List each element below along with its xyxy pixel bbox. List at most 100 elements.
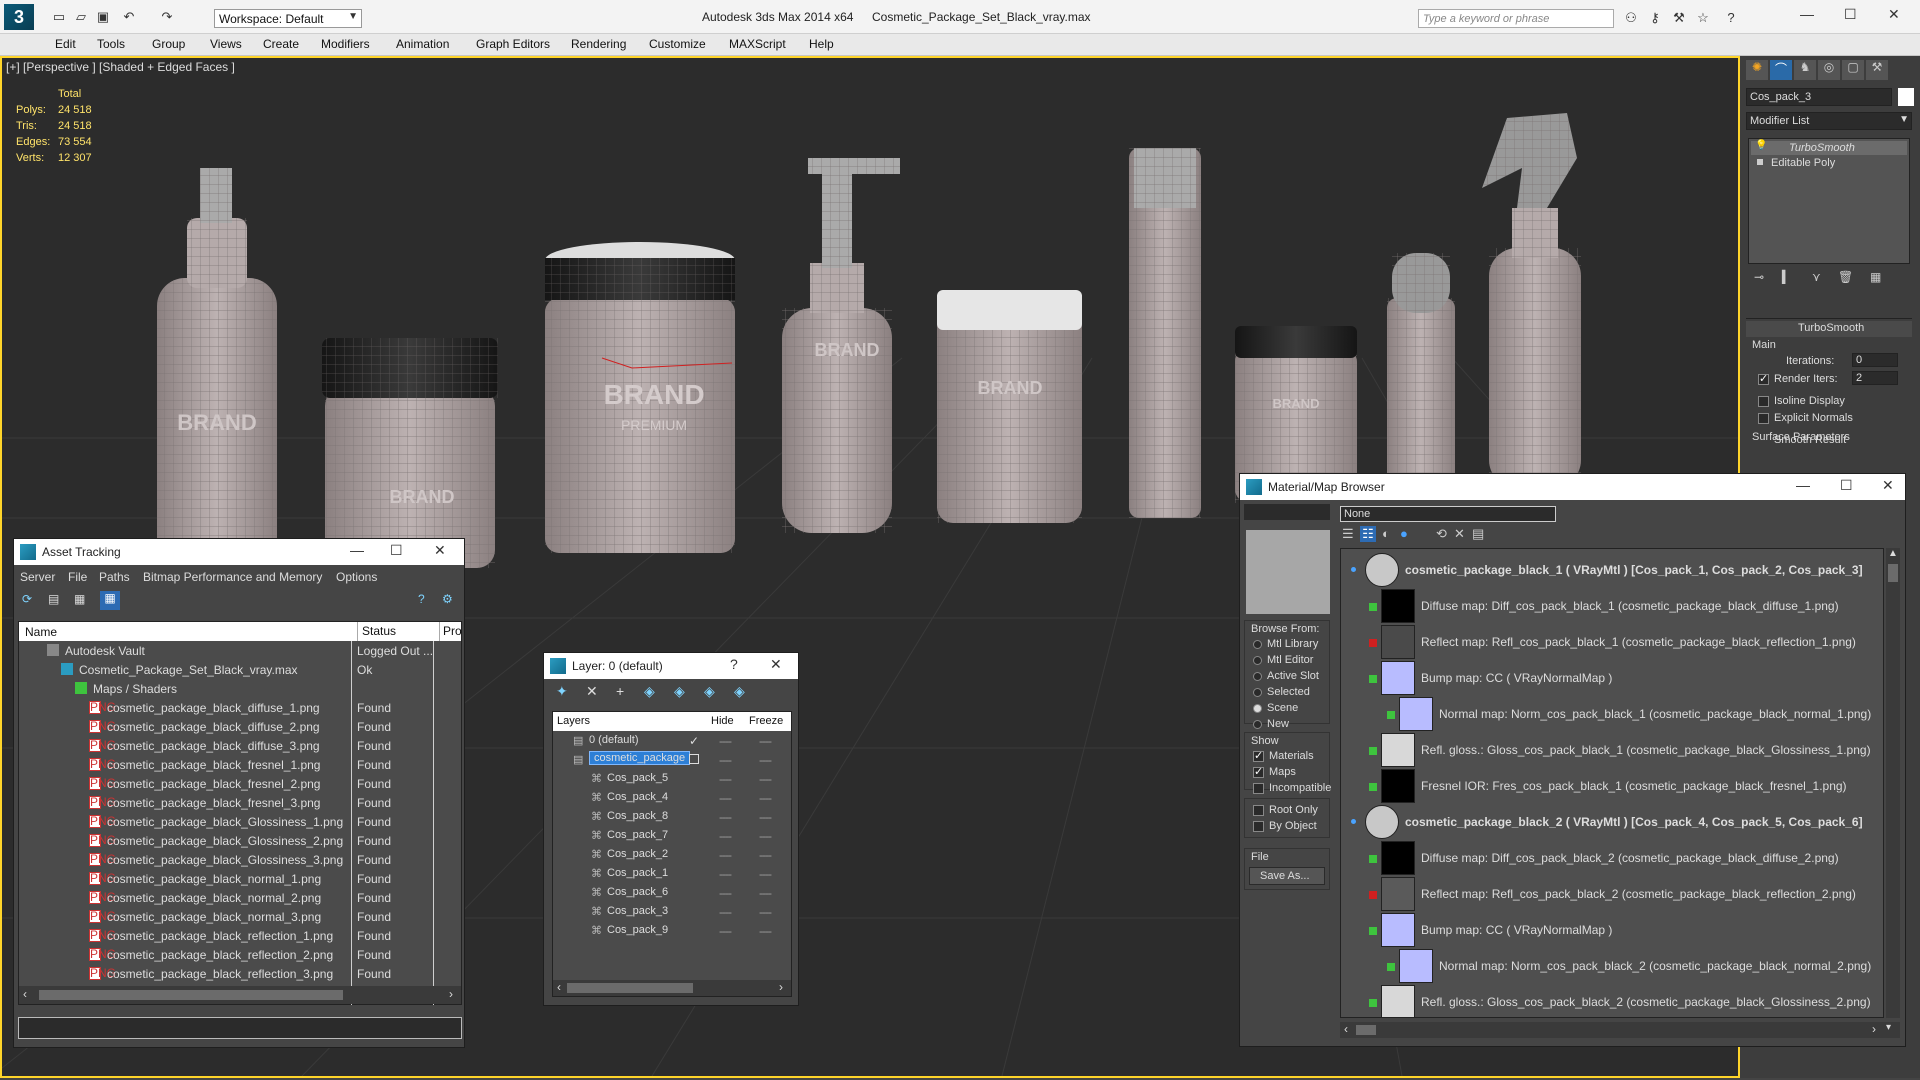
close-icon[interactable]: ✕ (1882, 477, 1894, 494)
asset-row[interactable]: PNG cosmetic_package_black_fresnel_2.png F… (19, 774, 461, 793)
radio-active-slot[interactable] (1253, 672, 1262, 681)
browse-scene[interactable]: Scene (1267, 702, 1298, 714)
tree-vertical-scrollbar[interactable]: ▲ (1886, 548, 1900, 1018)
minimize-icon[interactable]: — (350, 542, 364, 558)
scroll-thumb[interactable] (39, 990, 343, 1000)
scroll-thumb[interactable] (1356, 1025, 1376, 1035)
menu-rendering[interactable]: Rendering (571, 37, 626, 51)
map-entry[interactable]: Refl. gloss.: Gloss_cos_pack_black_2 (co… (1341, 985, 1881, 1017)
tools-icon[interactable]: ⚒ (1670, 9, 1688, 27)
map-entry[interactable]: Diffuse map: Diff_cos_pack_black_1 (cosm… (1341, 589, 1881, 625)
freeze-toggle[interactable]: ---- (759, 829, 772, 843)
layer-row[interactable]: ⌘ Cos_pack_3 ---- ---- (553, 902, 791, 921)
key-icon[interactable]: ⚷ (1646, 9, 1664, 27)
column-freeze[interactable]: Freeze (749, 715, 783, 727)
chevron-down-icon[interactable]: ▾ (1886, 1022, 1891, 1033)
layer-row[interactable]: ⌘ Cos_pack_9 ---- ---- (553, 921, 791, 940)
list-view-icon[interactable]: ☰ (1342, 526, 1354, 542)
object-color-swatch[interactable] (1898, 88, 1914, 106)
radio-scene[interactable] (1253, 704, 1262, 713)
asset-row[interactable]: PNG cosmetic_package_black_diffuse_3.png F… (19, 736, 461, 755)
layer-row[interactable]: ▤ cosmetic_package ---- ---- (553, 750, 791, 769)
object-name-field[interactable]: Cos_pack_3 (1746, 88, 1892, 106)
menu-help[interactable]: Help (809, 37, 834, 51)
material-entry[interactable]: cosmetic_package_black_2 ( VRayMtl ) [Co… (1341, 805, 1881, 841)
utilities-tab-icon[interactable]: ⚒ (1866, 60, 1888, 80)
column-name[interactable]: Name (25, 625, 57, 639)
scroll-left-icon[interactable]: ‹ (23, 987, 27, 1001)
configure-sets-icon[interactable]: ▦ (1870, 270, 1881, 284)
layer-titlebar[interactable]: Layer: 0 (default) ? ✕ (544, 653, 798, 679)
undo-icon[interactable]: ↶ (120, 8, 138, 26)
menu-options[interactable]: Options (336, 570, 377, 584)
search-input[interactable]: Type a keyword or phrase (1418, 9, 1614, 28)
asset-row[interactable]: PNG cosmetic_package_black_diffuse_2.png F… (19, 717, 461, 736)
layer-row[interactable]: ⌘ Cos_pack_8 ---- ---- (553, 807, 791, 826)
create-tab-icon[interactable]: ✺ (1746, 60, 1768, 80)
layer-row[interactable]: ⌘ Cos_pack_5 ---- ---- (553, 769, 791, 788)
properties-icon[interactable]: ▤ (1472, 526, 1484, 542)
asset-row[interactable]: PNG cosmetic_package_black_normal_1.png Fo… (19, 869, 461, 888)
hide-toggle[interactable]: ---- (719, 772, 732, 786)
thumbnail-view-icon[interactable]: ▦ (74, 592, 85, 606)
add-to-layer-icon[interactable]: + (616, 683, 624, 699)
isoline-checkbox[interactable] (1758, 396, 1769, 407)
motion-tab-icon[interactable]: ◎ (1818, 60, 1840, 80)
material-browser-titlebar[interactable]: Material/Map Browser — ☐ ✕ (1240, 474, 1905, 500)
new-file-icon[interactable]: ▭ (50, 8, 68, 26)
make-current-icon[interactable] (689, 754, 699, 764)
radio-mtl-editor[interactable] (1253, 656, 1262, 665)
asset-row[interactable]: PNG cosmetic_package_black_Glossiness_1.p… (19, 812, 461, 831)
menu-edit[interactable]: Edit (55, 37, 76, 51)
expand-dot-icon[interactable] (1351, 819, 1356, 824)
explicit-normals-checkbox[interactable] (1758, 413, 1769, 424)
map-entry[interactable]: Reflect map: Refl_cos_pack_black_2 (cosm… (1341, 877, 1881, 913)
hide-toggle[interactable]: ---- (719, 829, 732, 843)
freeze-toggle[interactable]: ---- (759, 791, 772, 805)
freeze-toggle[interactable]: ---- (759, 905, 772, 919)
maximize-icon[interactable]: ☐ (1844, 6, 1857, 23)
list-view-icon[interactable]: ▤ (48, 592, 59, 606)
hide-all-icon[interactable]: ◈ (704, 683, 715, 700)
map-entry[interactable]: Fresnel IOR: Fres_cos_pack_black_1 (cosm… (1341, 769, 1881, 805)
asset-row[interactable]: PNG cosmetic_package_black_Glossiness_2.p… (19, 831, 461, 850)
select-by-material-icon[interactable]: ⟲ (1436, 526, 1447, 542)
menu-create[interactable]: Create (263, 37, 299, 51)
browse-mtl-editor[interactable]: Mtl Editor (1267, 654, 1313, 666)
layer-row[interactable]: ⌘ Cos_pack_1 ---- ---- (553, 864, 791, 883)
expand-dot-icon[interactable] (1351, 567, 1356, 572)
hide-toggle[interactable]: ---- (719, 791, 732, 805)
browser-search-field[interactable]: None (1340, 506, 1556, 522)
asset-row[interactable]: PNG cosmetic_package_black_diffuse_1.png F… (19, 698, 461, 717)
close-icon[interactable]: ✕ (1888, 6, 1900, 23)
show-incompatible-checkbox[interactable] (1253, 783, 1264, 794)
delete-icon[interactable]: ✕ (1454, 526, 1465, 542)
layer-row[interactable]: ⌘ Cos_pack_7 ---- ---- (553, 826, 791, 845)
delete-layer-icon[interactable]: ✕ (586, 683, 598, 700)
hide-toggle[interactable]: ---- (719, 753, 732, 767)
browse-mtl-library[interactable]: Mtl Library (1267, 638, 1318, 650)
freeze-toggle[interactable]: ---- (759, 924, 772, 938)
active-layer-check-icon[interactable]: ✓ (689, 734, 699, 748)
show-materials-checkbox[interactable] (1253, 749, 1264, 762)
asset-row[interactable]: Maps / Shaders (19, 679, 461, 698)
menu-customize[interactable]: Customize (649, 37, 706, 51)
stack-item-editable-poly[interactable]: Editable Poly (1751, 156, 1907, 170)
radio-selected[interactable] (1253, 688, 1262, 697)
menu-tools[interactable]: Tools (97, 37, 125, 51)
render-iters-checkbox[interactable] (1758, 372, 1769, 385)
radio-new[interactable] (1253, 720, 1262, 729)
redo-icon[interactable]: ↷ (158, 8, 176, 26)
menu-paths[interactable]: Paths (99, 570, 130, 584)
asset-row[interactable]: PNG cosmetic_package_black_reflection_3.p… (19, 964, 461, 983)
asset-row[interactable]: PNG cosmetic_package_black_fresnel_1.png F… (19, 755, 461, 774)
hide-toggle[interactable]: ---- (719, 734, 732, 748)
menu-bitmap-performance[interactable]: Bitmap Performance and Memory (143, 570, 322, 584)
star-icon[interactable]: ☆ (1694, 9, 1712, 27)
render-iters-spinner[interactable]: 2 (1852, 371, 1898, 385)
menu-animation[interactable]: Animation (396, 37, 449, 51)
freeze-toggle[interactable]: ---- (759, 867, 772, 881)
layer-row[interactable]: ⌘ Cos_pack_2 ---- ---- (553, 845, 791, 864)
stack-item-turbosmooth[interactable]: 💡 TurboSmooth (1751, 140, 1907, 155)
pin-stack-icon[interactable]: ⊸ (1754, 270, 1764, 284)
